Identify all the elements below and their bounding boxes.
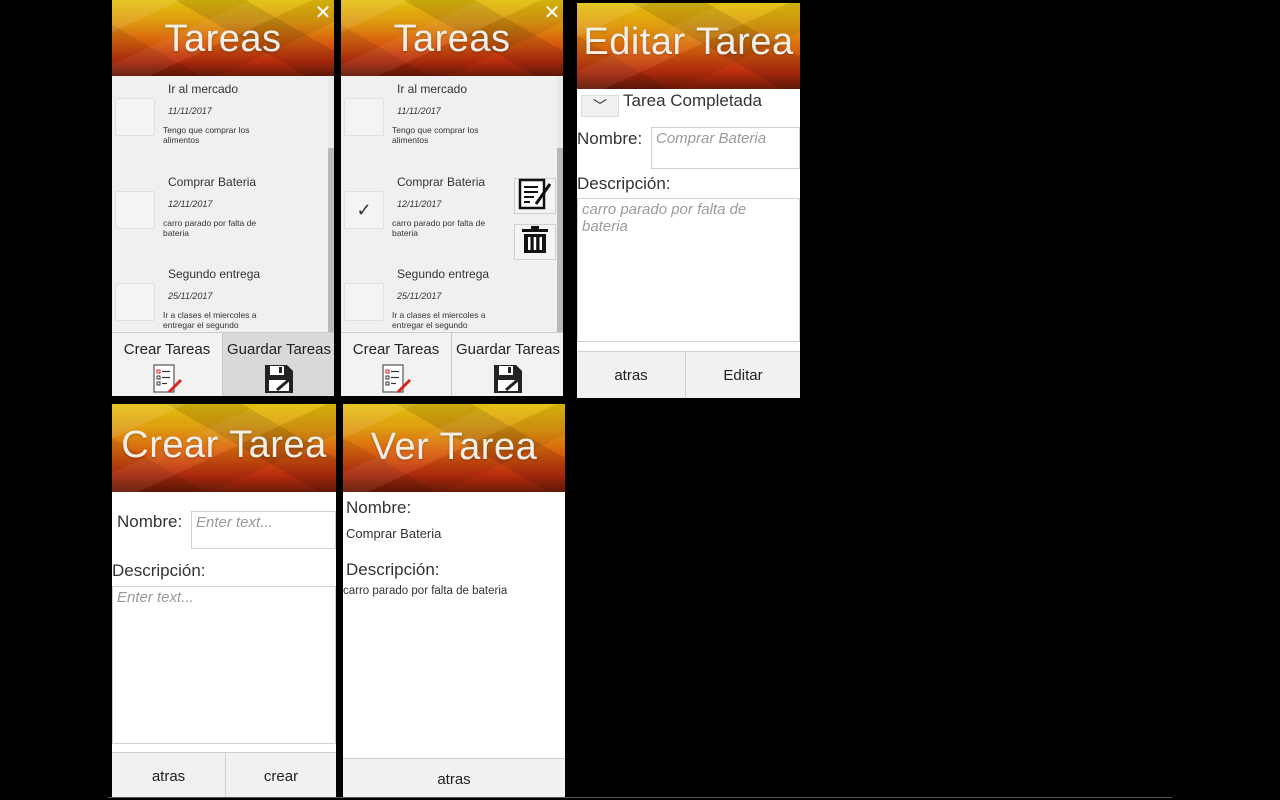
descripcion-label: Descripción:	[577, 174, 671, 193]
list-item[interactable]: Comprar Bateria 12/11/2017 carro parado …	[112, 169, 334, 261]
task-date: 25/11/2017	[168, 291, 213, 301]
edit-task-button[interactable]	[514, 178, 556, 214]
header-banner: Tareas ✕	[112, 0, 334, 76]
list-item[interactable]: Ir al mercado 11/11/2017 Tengo que compr…	[112, 76, 334, 168]
descripcion-field[interactable]: carro parado por falta de bateria	[577, 198, 800, 342]
task-checkbox[interactable]	[115, 283, 155, 321]
save-tasks-label: Guardar Tareas	[227, 341, 331, 358]
editar-tarea-screen: Editar Tarea ﹀ Tarea Completada Nombre: …	[577, 3, 800, 398]
task-description: Ir a clases el miercoles a entregar el s…	[392, 310, 486, 330]
header-banner: Crear Tarea	[112, 404, 336, 492]
create-tasks-button[interactable]: Crear Tareas	[341, 333, 451, 396]
list-scrollbar[interactable]	[328, 76, 334, 332]
task-checkbox[interactable]	[344, 98, 384, 136]
task-list: Ir al mercado 11/11/2017 Tengo que compr…	[112, 76, 334, 332]
action-bar: atras	[343, 758, 565, 798]
back-button[interactable]: atras	[343, 759, 565, 798]
close-icon[interactable]: ✕	[543, 3, 561, 23]
checklist-pencil-icon	[380, 363, 412, 396]
page-title: Editar Tarea	[583, 21, 794, 63]
task-date: 25/11/2017	[397, 291, 442, 301]
trash-icon	[520, 225, 550, 259]
task-name: Ir al mercado	[168, 82, 239, 96]
header-banner: Ver Tarea	[343, 404, 565, 492]
descripcion-value: carro parado por falta de bateria	[343, 585, 508, 597]
create-tasks-label: Crear Tareas	[352, 341, 440, 358]
task-name: Segundo entrega	[168, 267, 261, 281]
header-banner: Editar Tarea	[577, 3, 800, 89]
back-button[interactable]: atras	[112, 753, 226, 798]
nombre-field[interactable]: Comprar Bateria	[651, 127, 800, 169]
scrollbar-thumb[interactable]	[557, 148, 563, 332]
task-checkbox-checked[interactable]: ✓	[344, 191, 384, 229]
list-item[interactable]: Segundo entrega 25/11/2017 Ir a clases e…	[341, 261, 563, 332]
action-bar: atras crear	[112, 752, 336, 798]
nombre-label: Nombre:	[577, 129, 643, 148]
checkmark-icon: ✓	[356, 199, 372, 220]
task-name: Ir al mercado	[397, 82, 468, 96]
create-button[interactable]: crear	[226, 753, 336, 798]
task-date: 11/11/2017	[168, 106, 212, 116]
edit-button[interactable]: Editar	[686, 352, 800, 398]
task-checkbox[interactable]	[115, 191, 155, 229]
task-description: Tengo que comprar los alimentos	[392, 125, 479, 145]
scrollbar-thumb[interactable]	[328, 148, 334, 332]
descripcion-field[interactable]: Enter text...	[112, 586, 336, 744]
task-name: Segundo entrega	[397, 267, 490, 281]
list-scrollbar[interactable]	[557, 76, 563, 332]
nombre-value: Comprar Bateria	[346, 526, 442, 541]
floppy-disk-icon	[492, 363, 524, 396]
back-button[interactable]: atras	[577, 352, 686, 398]
task-name: Comprar Bateria	[397, 175, 486, 189]
floppy-disk-icon	[263, 363, 295, 396]
checklist-pencil-icon	[151, 363, 183, 396]
nombre-label: Nombre:	[346, 498, 412, 517]
footer-toolbar: Crear Tareas Guardar Tareas	[341, 332, 563, 396]
descripcion-label: Descripción:	[112, 561, 206, 580]
ver-tarea-screen: Ver Tarea Nombre: Comprar Bateria Descri…	[343, 404, 565, 798]
descripcion-label: Descripción:	[346, 560, 440, 579]
chevron-down-icon: ﹀	[593, 98, 607, 114]
nombre-label: Nombre:	[117, 512, 183, 531]
footer-toolbar: Crear Tareas Guardar Tareas	[112, 332, 334, 396]
task-description: Ir a clases el miercoles a entregar el s…	[163, 310, 257, 330]
task-date: 12/11/2017	[397, 199, 442, 209]
completed-label: Tarea Completada	[623, 91, 762, 110]
completed-checkbox[interactable]: ﹀	[581, 95, 619, 117]
save-tasks-button[interactable]: Guardar Tareas	[222, 333, 334, 396]
task-name: Comprar Bateria	[168, 175, 257, 189]
save-tasks-button[interactable]: Guardar Tareas	[451, 333, 563, 396]
tareas-list-screen: Tareas ✕ Ir al mercado 11/11/2017 Tengo …	[112, 0, 334, 396]
task-description: carro parado por falta de bateria	[392, 218, 486, 238]
edit-document-icon	[518, 178, 552, 215]
task-checkbox[interactable]	[344, 283, 384, 321]
tareas-list-selected-screen: Tareas ✕ Ir al mercado 11/11/2017 Tengo …	[341, 0, 563, 396]
create-tasks-label: Crear Tareas	[123, 341, 211, 358]
page-title: Crear Tarea	[121, 424, 327, 466]
action-bar: atras Editar	[577, 351, 800, 398]
close-icon[interactable]: ✕	[314, 3, 332, 23]
header-banner: Tareas ✕	[341, 0, 563, 76]
crear-tarea-screen: Crear Tarea Nombre: Enter text... Descri…	[112, 404, 336, 798]
nombre-field[interactable]: Enter text...	[191, 511, 336, 549]
delete-task-button[interactable]	[514, 224, 556, 260]
divider	[108, 797, 1172, 798]
list-item[interactable]: Segundo entrega 25/11/2017 Ir a clases e…	[112, 261, 334, 332]
page-title: Ver Tarea	[370, 426, 538, 468]
page-title: Tareas	[164, 18, 282, 60]
list-item[interactable]: Ir al mercado 11/11/2017 Tengo que compr…	[341, 76, 563, 168]
task-checkbox[interactable]	[115, 98, 155, 136]
task-description: carro parado por falta de bateria	[163, 218, 257, 238]
create-tasks-button[interactable]: Crear Tareas	[112, 333, 222, 396]
task-description: Tengo que comprar los alimentos	[163, 125, 250, 145]
task-date: 11/11/2017	[397, 106, 441, 116]
page-title: Tareas	[393, 18, 511, 60]
save-tasks-label: Guardar Tareas	[456, 341, 560, 358]
task-date: 12/11/2017	[168, 199, 213, 209]
